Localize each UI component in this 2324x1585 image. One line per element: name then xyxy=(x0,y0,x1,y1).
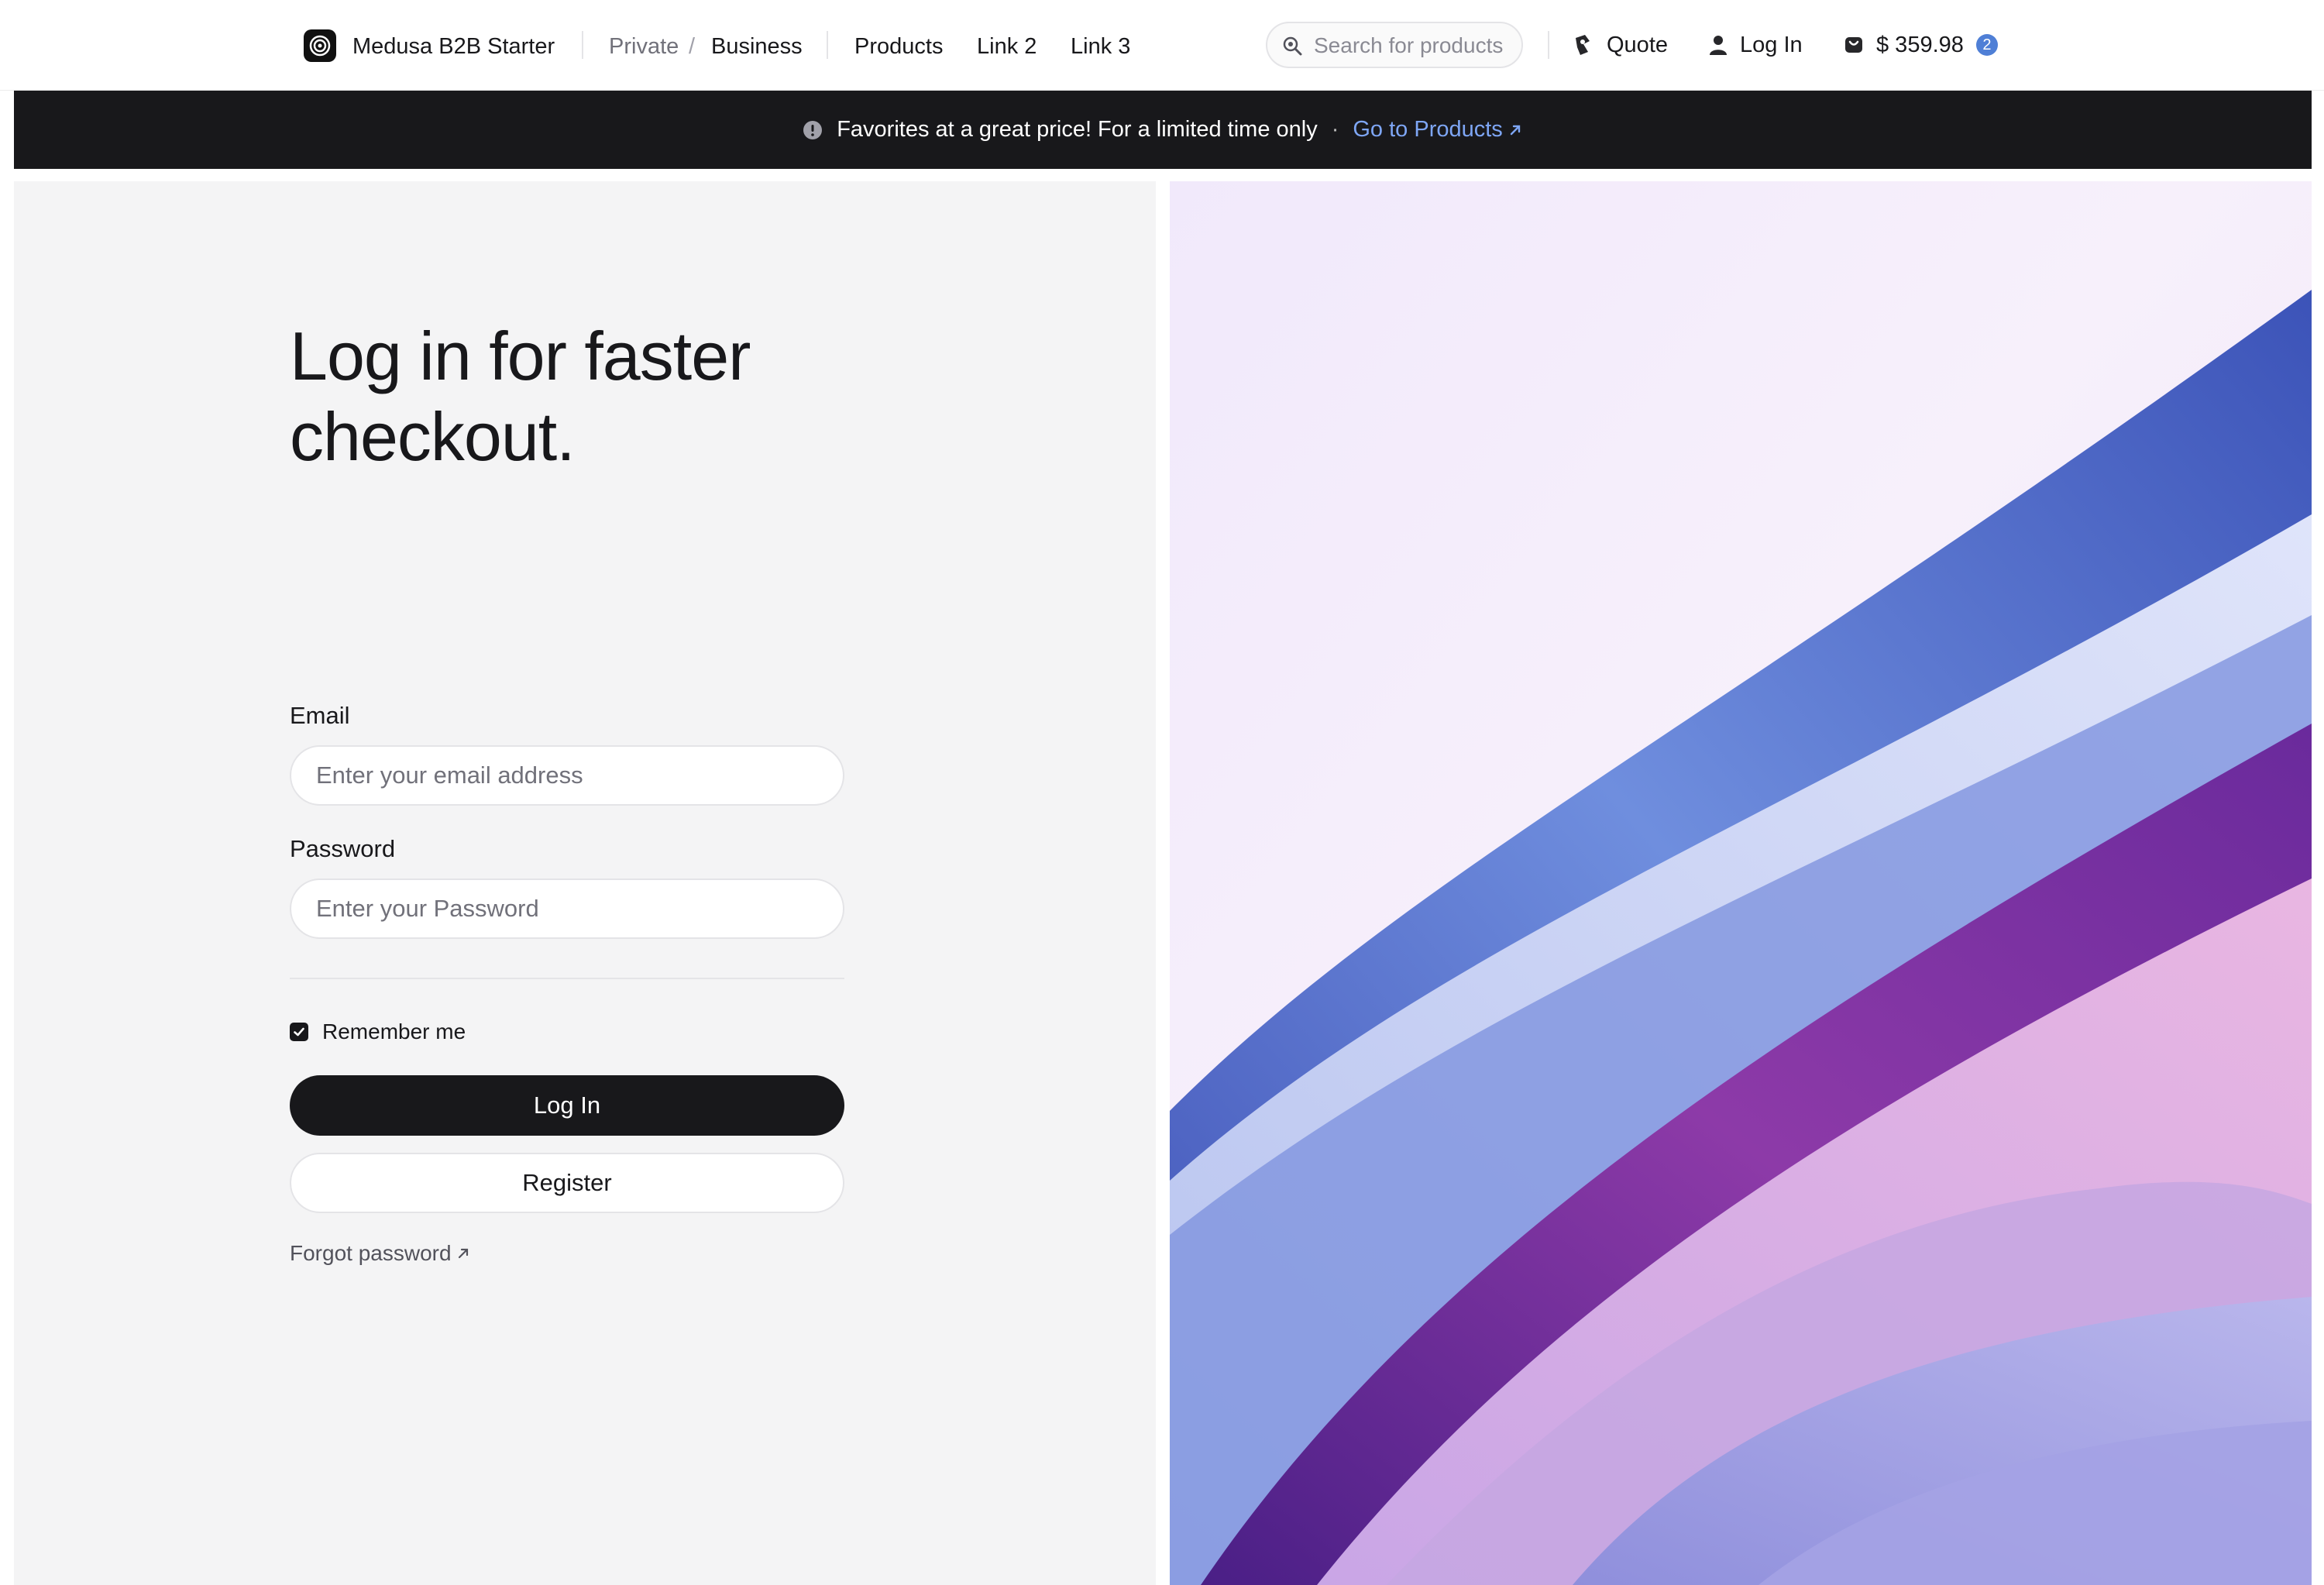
header-divider xyxy=(1548,31,1549,59)
password-label: Password xyxy=(290,835,396,862)
arrow-up-right-icon xyxy=(1510,125,1521,135)
header-login-button[interactable]: Log In xyxy=(1709,29,1803,60)
cart-total: $ 359.98 xyxy=(1876,32,1964,57)
breadcrumb-business[interactable]: Business xyxy=(711,33,803,60)
go-to-products-link[interactable]: Go to Products xyxy=(1353,117,1522,143)
search-icon xyxy=(1283,36,1302,56)
checkbox-box[interactable] xyxy=(290,1023,308,1041)
remember-me-label: Remember me xyxy=(322,1019,466,1043)
form-divider xyxy=(290,978,844,979)
quote-button[interactable]: Quote xyxy=(1573,29,1668,60)
banner-text: Favorites at a great price! For a limite… xyxy=(837,117,1318,142)
forgot-password-link[interactable]: Forgot password xyxy=(290,1241,470,1266)
alert-icon xyxy=(803,120,823,139)
login-submit-button[interactable]: Log In xyxy=(290,1075,844,1136)
medusa-logo-icon[interactable] xyxy=(304,29,336,62)
header-divider xyxy=(827,31,828,59)
cart-button[interactable]: $ 359.98 2 xyxy=(1844,29,1998,60)
quote-icon xyxy=(1576,35,1590,55)
password-field[interactable] xyxy=(290,878,844,939)
search-input[interactable] xyxy=(1312,29,1517,62)
forgot-password-label: Forgot password xyxy=(290,1241,452,1265)
cart-icon xyxy=(1845,37,1862,53)
check-icon xyxy=(294,1027,304,1037)
abstract-wave-image xyxy=(1170,181,2312,1585)
breadcrumb-private[interactable]: Private xyxy=(609,33,679,60)
header-login-label: Log In xyxy=(1740,32,1803,57)
nav-link-3[interactable]: Link 3 xyxy=(1071,33,1130,60)
email-label: Email xyxy=(290,702,350,729)
register-button[interactable]: Register xyxy=(290,1153,844,1213)
breadcrumb-separator: / xyxy=(689,34,696,59)
user-icon xyxy=(1710,36,1727,55)
brand-name[interactable]: Medusa B2B Starter xyxy=(352,33,555,60)
email-field[interactable] xyxy=(290,745,844,806)
page-title: Log in for faster checkout. xyxy=(290,318,751,475)
nav-products[interactable]: Products xyxy=(854,33,943,60)
nav-link-2[interactable]: Link 2 xyxy=(977,33,1037,60)
remember-me-checkbox[interactable]: Remember me xyxy=(290,1019,466,1044)
search-box[interactable] xyxy=(1266,22,1523,68)
banner-link-label: Go to Products xyxy=(1353,117,1503,142)
cart-count-badge: 2 xyxy=(1975,34,1998,56)
quote-label: Quote xyxy=(1607,32,1668,57)
arrow-up-right-icon xyxy=(458,1248,468,1259)
site-header: Medusa B2B Starter Private / Business Pr… xyxy=(0,0,2324,91)
header-divider xyxy=(582,31,583,59)
banner-separator: · xyxy=(1331,117,1339,142)
hero-image xyxy=(1170,181,2312,1585)
promo-banner: Favorites at a great price! For a limite… xyxy=(14,91,2312,169)
